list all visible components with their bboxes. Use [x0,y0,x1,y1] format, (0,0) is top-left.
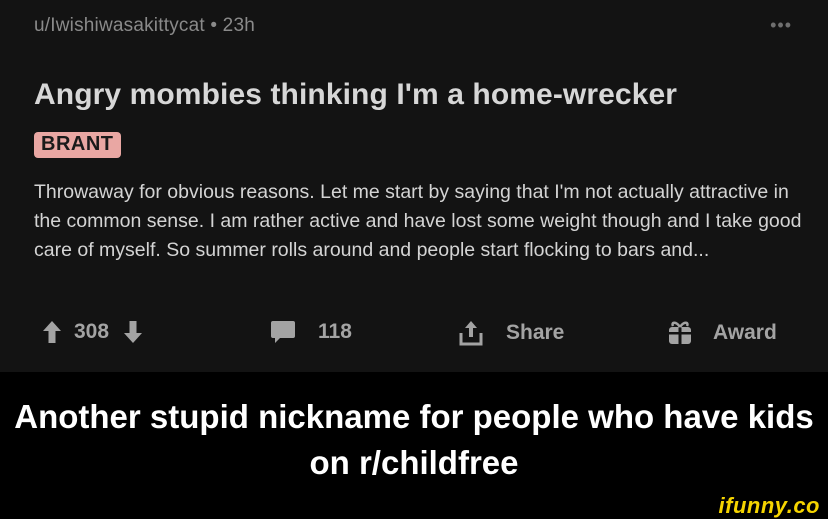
meme-caption-area: Another stupid nickname for people who h… [0,372,828,489]
share-button[interactable]: Share [458,320,564,346]
comment-count: 118 [318,320,352,343]
award-label: Award [713,321,777,344]
post-meta: u/Iwishiwasakittycat • 23h [34,15,255,37]
meme-caption: Another stupid nickname for people who h… [14,398,814,481]
downvote-arrow-icon[interactable] [123,320,143,344]
share-icon [458,320,484,346]
meta-separator: • [210,15,218,36]
author-link[interactable]: u/Iwishiwasakittycat [34,15,205,36]
gift-icon [667,320,693,346]
post-title[interactable]: Angry mombies thinking I'm a home-wrecke… [34,78,677,112]
footer-bar [0,489,828,517]
share-label: Share [506,321,565,344]
award-button[interactable]: Award [667,320,777,346]
vote-score: 308 [74,320,110,343]
post-flair: BRANT [34,132,121,158]
post-time: 23h [222,15,255,36]
upvote-arrow-icon[interactable] [42,320,62,344]
reddit-post: u/Iwishiwasakittycat • 23h ••• Angry mom… [0,0,828,372]
more-options-icon[interactable]: ••• [770,16,792,34]
ifunny-watermark: ifunny.co [718,493,820,518]
comment-bubble-icon [270,320,296,344]
post-actions: 308 118 Share Award [0,312,828,354]
vote-group: 308 [42,320,143,344]
post-body[interactable]: Throwaway for obvious reasons. Let me st… [34,178,809,265]
comments-button[interactable]: 118 [270,320,352,344]
